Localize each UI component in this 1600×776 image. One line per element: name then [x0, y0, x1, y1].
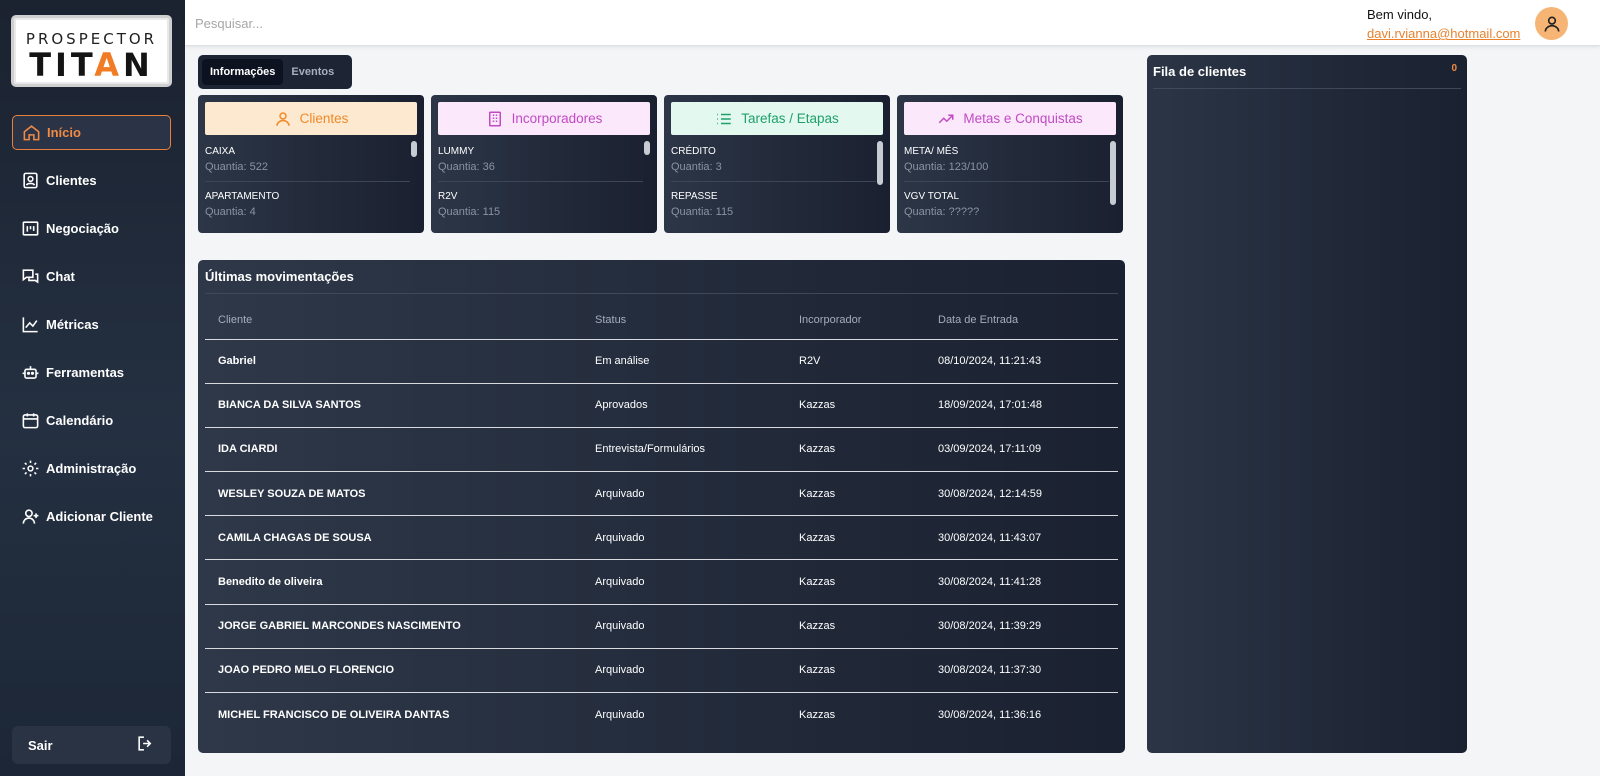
- sidebar-item-label: Ferramentas: [46, 365, 125, 380]
- card-incorporadores: Incorporadores LUMMY Quantia: 36 R2V Quant…: [431, 95, 657, 233]
- column-header: Incorporador: [786, 302, 925, 340]
- table-row[interactable]: JOAO PEDRO MELO FLORENCIO Arquivado Kazzas…: [205, 648, 1118, 694]
- column-header: Data de Entrada: [925, 302, 1118, 340]
- sidebar-item-label: Adicionar Cliente: [46, 509, 153, 524]
- table-row[interactable]: BIANCA DA SILVA SANTOS Aprovados Kazzas 18/…: [205, 383, 1118, 428]
- tab-eventos[interactable]: Eventos: [283, 59, 342, 85]
- sidebar-item-calendario[interactable]: Calendário: [12, 403, 171, 438]
- sidebar-item-label: Métricas: [46, 317, 99, 332]
- board-icon: [20, 219, 40, 239]
- search-input[interactable]: [195, 12, 595, 34]
- column-header: Status: [582, 302, 786, 340]
- sidebar-item-inicio[interactable]: Início: [12, 115, 171, 150]
- calendar-icon: [20, 411, 40, 431]
- tab-informacoes[interactable]: Informações: [202, 59, 284, 85]
- table-row[interactable]: MICHEL FRANCISCO DE OLIVEIRA DANTAS Arqui…: [205, 693, 1118, 737]
- card-clientes: Clientes CAIXA Quantia: 522 APARTAMENTO Qu…: [198, 95, 424, 233]
- sidebar-item-label: Administração: [46, 461, 137, 476]
- table-row[interactable]: CAMILA CHAGAS DE SOUSA Arquivado Kazzas 30/…: [205, 515, 1118, 561]
- sidebar-item-label: Clientes: [46, 173, 97, 188]
- sidebar-item-metricas[interactable]: Métricas: [12, 307, 171, 342]
- list-item: APARTAMENTO Quantia: 4: [205, 189, 410, 218]
- scrollbar[interactable]: [411, 141, 417, 157]
- welcome-text: Bem vindo,: [1367, 7, 1433, 22]
- list-item: REPASSE Quantia: 115: [671, 189, 876, 218]
- sidebar-item-ferramentas[interactable]: Ferramentas: [12, 355, 171, 390]
- card-title: Metas e Conquistas: [963, 111, 1083, 126]
- sidebar-item-adicionar-cliente[interactable]: Adicionar Cliente: [12, 499, 171, 534]
- contact-icon: [20, 171, 40, 191]
- card-list[interactable]: META/ MÊS Quantia: 123/100 VGV TOTAL Quant…: [904, 144, 1109, 218]
- sidebar-item-label: Calendário: [46, 413, 114, 428]
- logout-icon: [136, 734, 155, 756]
- card-title: Tarefas / Etapas: [741, 111, 839, 126]
- list-item: LUMMY Quantia: 36: [438, 144, 643, 182]
- home-icon: [21, 123, 41, 143]
- table-row[interactable]: WESLEY SOUZA DE MATOS Arquivado Kazzas 30/0…: [205, 471, 1118, 517]
- movements-table: Cliente Status Incorporador Data de Entr…: [205, 302, 1118, 737]
- movements-panel: Últimas movimentações Cliente Status Inc…: [198, 260, 1125, 753]
- column-header: Cliente: [205, 302, 582, 340]
- user-email-link[interactable]: davi.rvianna@hotmail.com: [1367, 26, 1520, 41]
- table-header: Cliente Status Incorporador Data de Entr…: [205, 302, 1118, 340]
- card-header[interactable]: Metas e Conquistas: [904, 102, 1116, 135]
- queue-count-badge: 0: [1451, 63, 1457, 74]
- avatar[interactable]: [1535, 7, 1568, 40]
- user-plus-icon: [20, 507, 40, 527]
- table-row[interactable]: Gabriel Em análise R2V 08/10/2024, 11:21:43: [205, 339, 1118, 384]
- queue-title: Fila de clientes: [1153, 64, 1247, 79]
- chart-icon: [20, 315, 40, 335]
- card-header[interactable]: Tarefas / Etapas: [671, 102, 883, 135]
- scrollbar[interactable]: [644, 141, 650, 155]
- card-metas: Metas e Conquistas META/ MÊS Quantia: 123…: [897, 95, 1123, 233]
- sidebar-item-chat[interactable]: Chat: [12, 259, 171, 294]
- scrollbar[interactable]: [1110, 141, 1116, 205]
- card-list[interactable]: LUMMY Quantia: 36 R2V Quantia: 115: [438, 144, 643, 218]
- user-icon: [275, 111, 290, 126]
- sidebar-item-clientes[interactable]: Clientes: [12, 163, 171, 198]
- client-queue-panel: Fila de clientes 0: [1147, 55, 1467, 753]
- table-row[interactable]: IDA CIARDI Entrevista/Formulários Kazzas 03…: [205, 427, 1118, 473]
- card-header[interactable]: Incorporadores: [438, 102, 650, 135]
- sidebar-item-negociacao[interactable]: Negociação: [12, 211, 171, 246]
- logout-button[interactable]: Sair: [12, 726, 171, 764]
- scrollbar[interactable]: [877, 141, 883, 185]
- card-header[interactable]: Clientes: [205, 102, 417, 135]
- chat-icon: [20, 267, 40, 287]
- card-list[interactable]: CAIXA Quantia: 522 APARTAMENTO Quantia: 4: [205, 144, 410, 218]
- sidebar-item-label: Chat: [46, 269, 75, 284]
- logout-label: Sair: [28, 737, 53, 753]
- user-icon: [1544, 16, 1559, 32]
- list-icon: [717, 113, 731, 124]
- logo-line2: TITAN: [29, 46, 154, 84]
- table-row[interactable]: JORGE GABRIEL MARCONDES NASCIMENTO Arquiv…: [205, 604, 1118, 649]
- list-item: META/ MÊS Quantia: 123/100: [904, 144, 1109, 182]
- movements-title: Últimas movimentações: [205, 269, 354, 284]
- sidebar-item-label: Início: [47, 125, 81, 140]
- sidebar: PROSPECTOR TITAN Início Clientes Negocia…: [0, 0, 185, 776]
- info-tabs: Informações Eventos: [198, 55, 352, 89]
- list-item: R2V Quantia: 115: [438, 189, 643, 218]
- card-title: Incorporadores: [511, 111, 603, 126]
- card-list[interactable]: CRÉDITO Quantia: 3 REPASSE Quantia: 115: [671, 144, 876, 218]
- top-bar: Bem vindo, davi.rvianna@hotmail.com: [185, 0, 1600, 46]
- sidebar-item-label: Negociação: [46, 221, 119, 236]
- list-item: CRÉDITO Quantia: 3: [671, 144, 876, 182]
- robot-icon: [20, 363, 40, 383]
- card-title: Clientes: [299, 111, 349, 126]
- sidebar-item-administracao[interactable]: Administração: [12, 451, 171, 486]
- card-tarefas: Tarefas / Etapas CRÉDITO Quantia: 3 REPAS…: [664, 95, 890, 233]
- list-item: VGV TOTAL Quantia: ?????: [904, 189, 1109, 218]
- table-row[interactable]: Benedito de oliveira Arquivado Kazzas 30/08…: [205, 559, 1118, 605]
- gear-icon: [20, 459, 40, 479]
- trending-up-icon: [939, 114, 954, 123]
- divider: [1153, 88, 1461, 89]
- divider: [205, 293, 1118, 294]
- building-icon: [488, 111, 501, 126]
- app-logo[interactable]: PROSPECTOR TITAN: [11, 15, 172, 87]
- list-item: CAIXA Quantia: 522: [205, 144, 410, 182]
